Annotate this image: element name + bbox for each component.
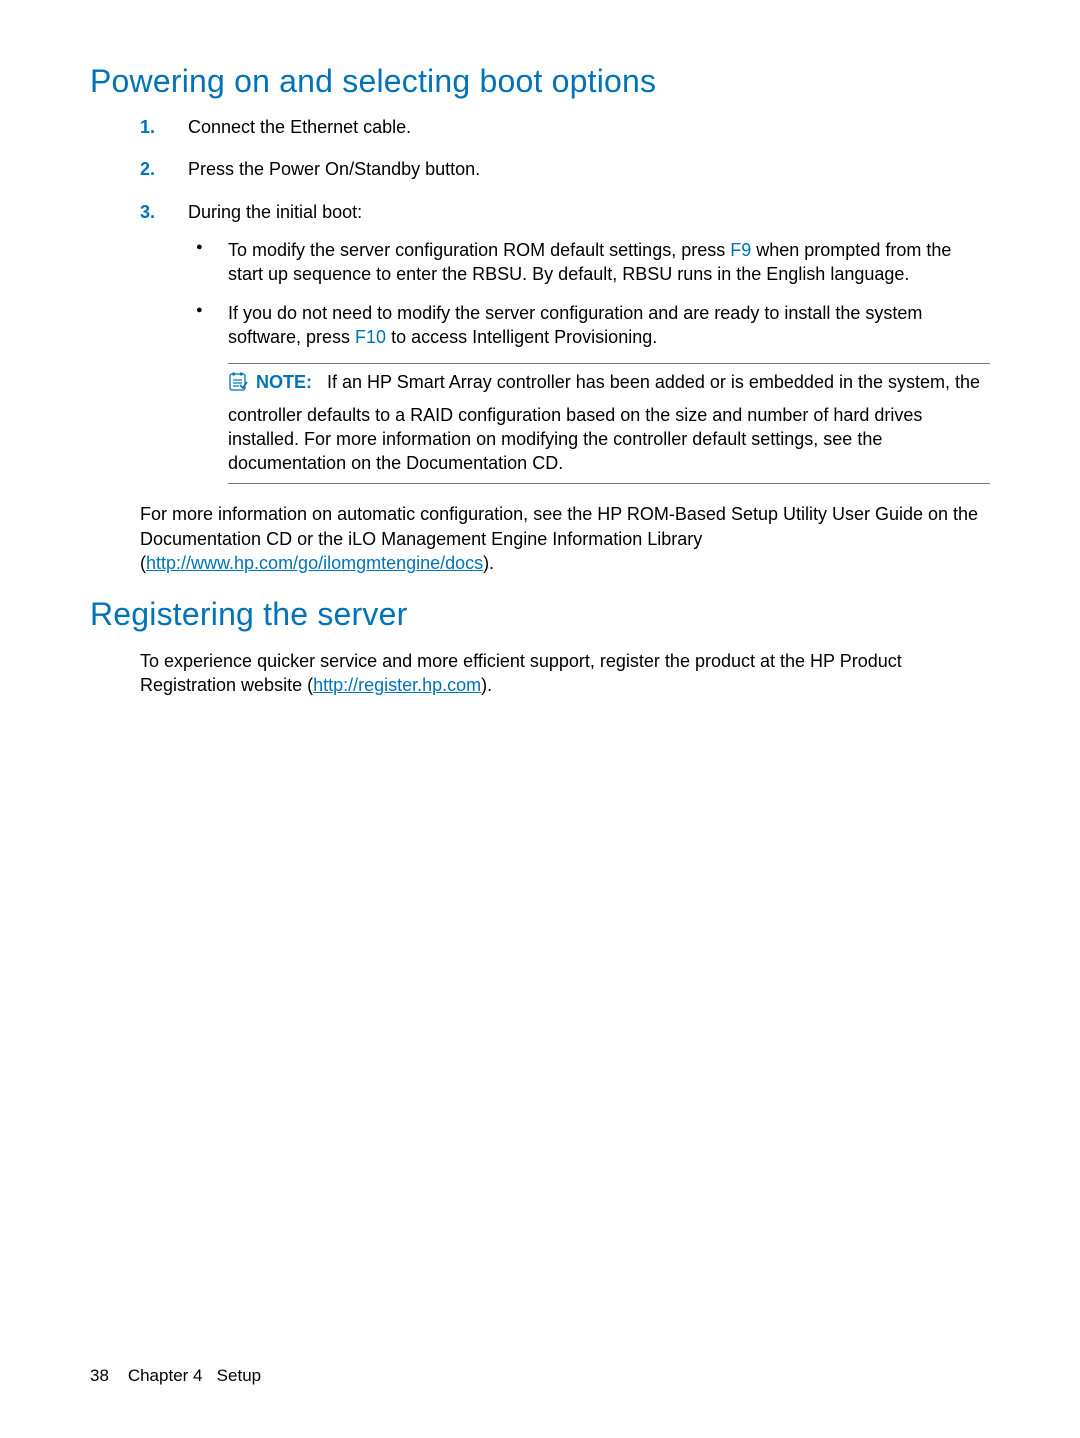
note-row: NOTE: If an HP Smart Array controller ha… [228,370,990,398]
register-link[interactable]: http://register.hp.com [313,675,481,695]
note-first-text: If an HP Smart Array controller has been… [327,372,980,392]
note-icon [228,372,248,398]
key-f9: F9 [730,240,751,260]
register-pre: To experience quicker service and more e… [140,651,902,695]
register-post: ). [481,675,492,695]
document-page: Powering on and selecting boot options 1… [0,0,1080,1438]
step-1-text: Connect the Ethernet cable. [188,117,411,137]
note-label: NOTE: [256,372,312,392]
bullet-1-pre: To modify the server configuration ROM d… [228,240,730,260]
section-heading-boot-options: Powering on and selecting boot options [90,60,990,103]
step-2-text: Press the Power On/Standby button. [188,159,480,179]
step-3-text: During the initial boot: [188,202,362,222]
section-heading-registering: Registering the server [90,593,990,636]
register-paragraph: To experience quicker service and more e… [140,649,990,698]
step-1: 1. Connect the Ethernet cable. [140,115,990,139]
bullet-2-post: to access Intelligent Provisioning. [386,327,657,347]
note-first-line: NOTE: If an HP Smart Array controller ha… [256,370,980,394]
chapter-title: Setup [217,1366,261,1385]
bullet-2: If you do not need to modify the server … [188,301,990,350]
note-block: NOTE: If an HP Smart Array controller ha… [228,363,990,484]
note-rest: controller defaults to a RAID configurat… [228,403,990,476]
step-2-marker: 2. [140,157,155,181]
ilo-docs-link[interactable]: http://www.hp.com/go/ilomgmtengine/docs [146,553,483,573]
steps-container: 1. Connect the Ethernet cable. 2. Press … [140,115,990,484]
step-3-marker: 3. [140,200,155,224]
bullet-1: To modify the server configuration ROM d… [188,238,990,287]
after-note-paragraph: For more information on automatic config… [140,502,990,575]
step-3: 3. During the initial boot: To modify th… [140,200,990,485]
after-note-post: ). [483,553,494,573]
page-number: 38 [90,1366,109,1385]
chapter-label: Chapter 4 [128,1366,203,1385]
step-2: 2. Press the Power On/Standby button. [140,157,990,181]
key-f10: F10 [355,327,386,347]
page-footer: 38 Chapter 4 Setup [90,1365,261,1388]
numbered-list: 1. Connect the Ethernet cable. 2. Press … [140,115,990,484]
step-1-marker: 1. [140,115,155,139]
bullet-list: To modify the server configuration ROM d… [188,238,990,349]
